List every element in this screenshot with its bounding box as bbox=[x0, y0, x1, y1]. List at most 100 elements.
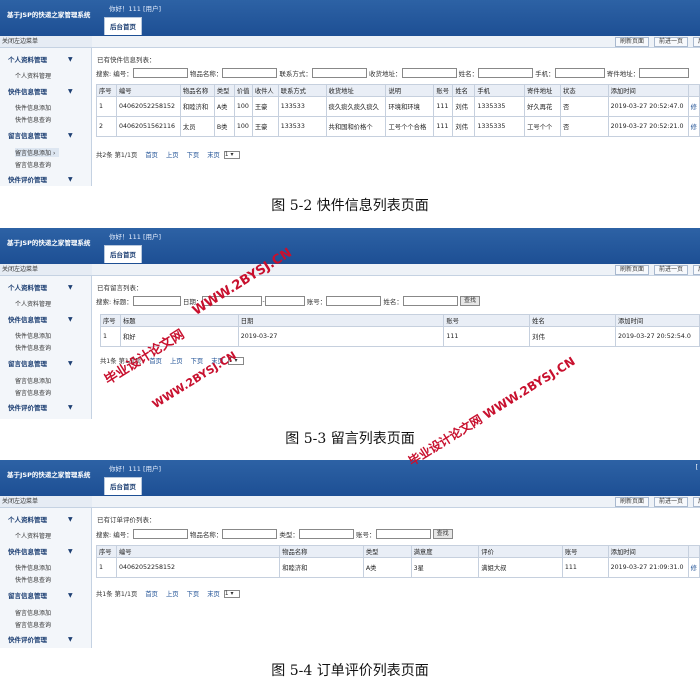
table-cell: 刘伟 bbox=[529, 326, 616, 347]
sidebar-group-review[interactable]: 快件评价管理 ▼ bbox=[0, 402, 92, 414]
sidebar-group-profile[interactable]: 个人资料管理 ▼ bbox=[0, 54, 92, 66]
close-menu-button[interactable]: 关闭左边菜单 bbox=[0, 264, 92, 276]
sidebar-group-message[interactable]: 留言信息管理 ▼ bbox=[0, 590, 92, 602]
sidebar-group-profile[interactable]: 个人资料管理 ▼ bbox=[0, 514, 92, 526]
sidebar-group-message[interactable]: 留言信息管理 ▼ bbox=[0, 130, 92, 142]
figure-caption-5-4: 图 5-4 订单评价列表页面 bbox=[271, 663, 429, 679]
sidebar-item-package-add[interactable]: 快件信息添加 bbox=[15, 103, 51, 112]
sidebar-item-profile[interactable]: 个人资料管理 bbox=[15, 299, 51, 308]
sidebar-group-message[interactable]: 留言信息管理 ▼ bbox=[0, 358, 92, 370]
sidebar-item-message-add[interactable]: 留言信息添加 bbox=[15, 608, 51, 617]
tab-home[interactable]: 后台首页 bbox=[104, 477, 142, 495]
sidebar-item-message-add[interactable]: 留言信息添加 › bbox=[15, 148, 60, 157]
table-cell: 100 bbox=[233, 96, 253, 117]
search-input-contact[interactable] bbox=[311, 68, 367, 78]
refresh-button[interactable]: 刷新页面 bbox=[615, 37, 650, 47]
sidebar-group-label: 留言信息管理 bbox=[8, 360, 47, 368]
search-input-account[interactable] bbox=[375, 529, 431, 539]
table-cell: 2 bbox=[96, 116, 117, 137]
sidebar-item-profile[interactable]: 个人资料管理 bbox=[15, 531, 51, 540]
sidebar-item-package-query[interactable]: 快件信息查询 bbox=[15, 343, 51, 352]
chevron-down-icon: ▼ bbox=[68, 516, 73, 523]
search-input-address[interactable] bbox=[401, 68, 457, 78]
pager-prev[interactable]: 上页 bbox=[166, 152, 179, 159]
search-input-name[interactable] bbox=[478, 68, 534, 78]
pager-prev[interactable]: 上页 bbox=[170, 358, 183, 365]
sidebar-group-review[interactable]: 快件评价管理 ▼ bbox=[0, 174, 92, 186]
sidebar-item-package-add[interactable]: 快件信息添加 bbox=[15, 563, 51, 572]
search-input-name[interactable] bbox=[402, 296, 458, 306]
search-button[interactable]: 查找 bbox=[432, 529, 453, 539]
search-input-account[interactable] bbox=[326, 296, 382, 306]
pager-next[interactable]: 下页 bbox=[191, 358, 204, 365]
sidebar-item-package-query[interactable]: 快件信息查询 bbox=[15, 575, 51, 584]
screenshot-message-list: 基于JSP的快递之家管理系统 你好！111 [用户] 后台首页 关闭左边菜单 刷… bbox=[0, 228, 700, 419]
table-cell: 133533 bbox=[277, 96, 327, 117]
forward-button[interactable]: 后 bbox=[693, 37, 700, 47]
search-input-item-name[interactable] bbox=[222, 529, 278, 539]
pager-first[interactable]: 首页 bbox=[145, 591, 158, 598]
table-cell: 好久再花 bbox=[524, 96, 562, 117]
search-input-sender-address[interactable] bbox=[639, 68, 690, 78]
sidebar-item-message-query[interactable]: 留言信息查询 bbox=[15, 160, 51, 169]
search-input-number[interactable] bbox=[132, 529, 188, 539]
forward-button[interactable]: 后 bbox=[693, 497, 700, 507]
edit-link[interactable]: 修 bbox=[687, 96, 700, 117]
close-menu-button[interactable]: 关闭左边菜单 bbox=[0, 496, 92, 508]
table-cell: 共和国和价格个 bbox=[325, 116, 387, 137]
back-button[interactable]: 前进一页 bbox=[654, 37, 689, 47]
sidebar-item-package-query[interactable]: 快件信息查询 bbox=[15, 115, 51, 124]
search-bar: 搜索: 编号： 物品名称： 类型： 账号： 查找 bbox=[96, 529, 453, 539]
sidebar: 个人资料管理 ▼ 个人资料管理 快件信息管理 ▼ 快件信息添加 快件信息查询 留言信… bbox=[0, 276, 92, 419]
pager-last[interactable]: 末页 bbox=[207, 591, 220, 598]
tab-home[interactable]: 后台首页 bbox=[104, 17, 142, 35]
page-select[interactable]: 1 ▾ bbox=[223, 151, 240, 159]
search-input-phone[interactable] bbox=[554, 68, 605, 78]
back-button[interactable]: 前进一页 bbox=[654, 265, 689, 275]
sidebar-item-package-add[interactable]: 快件信息添加 bbox=[15, 331, 51, 340]
pager-next[interactable]: 下页 bbox=[187, 591, 200, 598]
search-input-date-to[interactable] bbox=[264, 296, 305, 306]
column-header: 序号 bbox=[100, 314, 121, 327]
pager-next[interactable]: 下页 bbox=[187, 152, 200, 159]
search-input-type[interactable] bbox=[298, 529, 354, 539]
edit-link[interactable]: 修 bbox=[687, 116, 700, 137]
search-bar: 搜索: 标题： 日期： - 账号： 姓名： 查找 bbox=[96, 296, 480, 306]
table-cell: 100 bbox=[233, 116, 253, 137]
sidebar-item-message-query[interactable]: 留言信息查询 bbox=[15, 620, 51, 629]
sidebar-group-package[interactable]: 快件信息管理 ▼ bbox=[0, 86, 92, 98]
chevron-down-icon: ▼ bbox=[68, 636, 73, 643]
table-cell: 2019-03-27 20:52:47.0 bbox=[607, 96, 689, 117]
sidebar-item-profile[interactable]: 个人资料管理 bbox=[15, 71, 51, 80]
column-header: 满意度 bbox=[410, 545, 480, 558]
sidebar-group-review[interactable]: 快件评价管理 ▼ bbox=[0, 634, 92, 646]
chevron-down-icon: ▼ bbox=[68, 316, 73, 323]
table-cell: 111 bbox=[433, 96, 454, 117]
edit-link[interactable]: 修 bbox=[687, 557, 700, 578]
sidebar-group-package[interactable]: 快件信息管理 ▼ bbox=[0, 546, 92, 558]
sidebar-item-message-query[interactable]: 留言信息查询 bbox=[15, 388, 51, 397]
tab-home[interactable]: 后台首页 bbox=[104, 245, 142, 263]
table-cell: 04062052258152 bbox=[115, 557, 281, 578]
pager-last[interactable]: 末页 bbox=[207, 152, 220, 159]
sidebar-item-message-add[interactable]: 留言信息添加 bbox=[15, 376, 51, 385]
back-button[interactable]: 前进一页 bbox=[654, 497, 689, 507]
refresh-button[interactable]: 刷新页面 bbox=[615, 265, 650, 275]
search-button[interactable]: 查找 bbox=[459, 296, 480, 306]
refresh-button[interactable]: 刷新页面 bbox=[615, 497, 650, 507]
pager-first[interactable]: 首页 bbox=[145, 152, 158, 159]
page-select[interactable]: 1 ▾ bbox=[223, 590, 240, 598]
search-input-item-name[interactable] bbox=[222, 68, 278, 78]
chevron-down-icon: ▼ bbox=[68, 132, 73, 139]
pager-prev[interactable]: 上页 bbox=[166, 591, 179, 598]
column-header: 收货地址 bbox=[325, 84, 387, 97]
forward-button[interactable]: 后 bbox=[693, 265, 700, 275]
sidebar-group-package[interactable]: 快件信息管理 ▼ bbox=[0, 314, 92, 326]
search-input-title[interactable] bbox=[132, 296, 181, 306]
column-header: 日期 bbox=[237, 314, 445, 327]
close-menu-button[interactable]: 关闭左边菜单 bbox=[0, 36, 92, 48]
table-cell: 工号个个 bbox=[524, 116, 562, 137]
search-label: 寄件地址： bbox=[606, 70, 640, 78]
search-input-number[interactable] bbox=[132, 68, 188, 78]
sidebar-group-profile[interactable]: 个人资料管理 ▼ bbox=[0, 282, 92, 294]
